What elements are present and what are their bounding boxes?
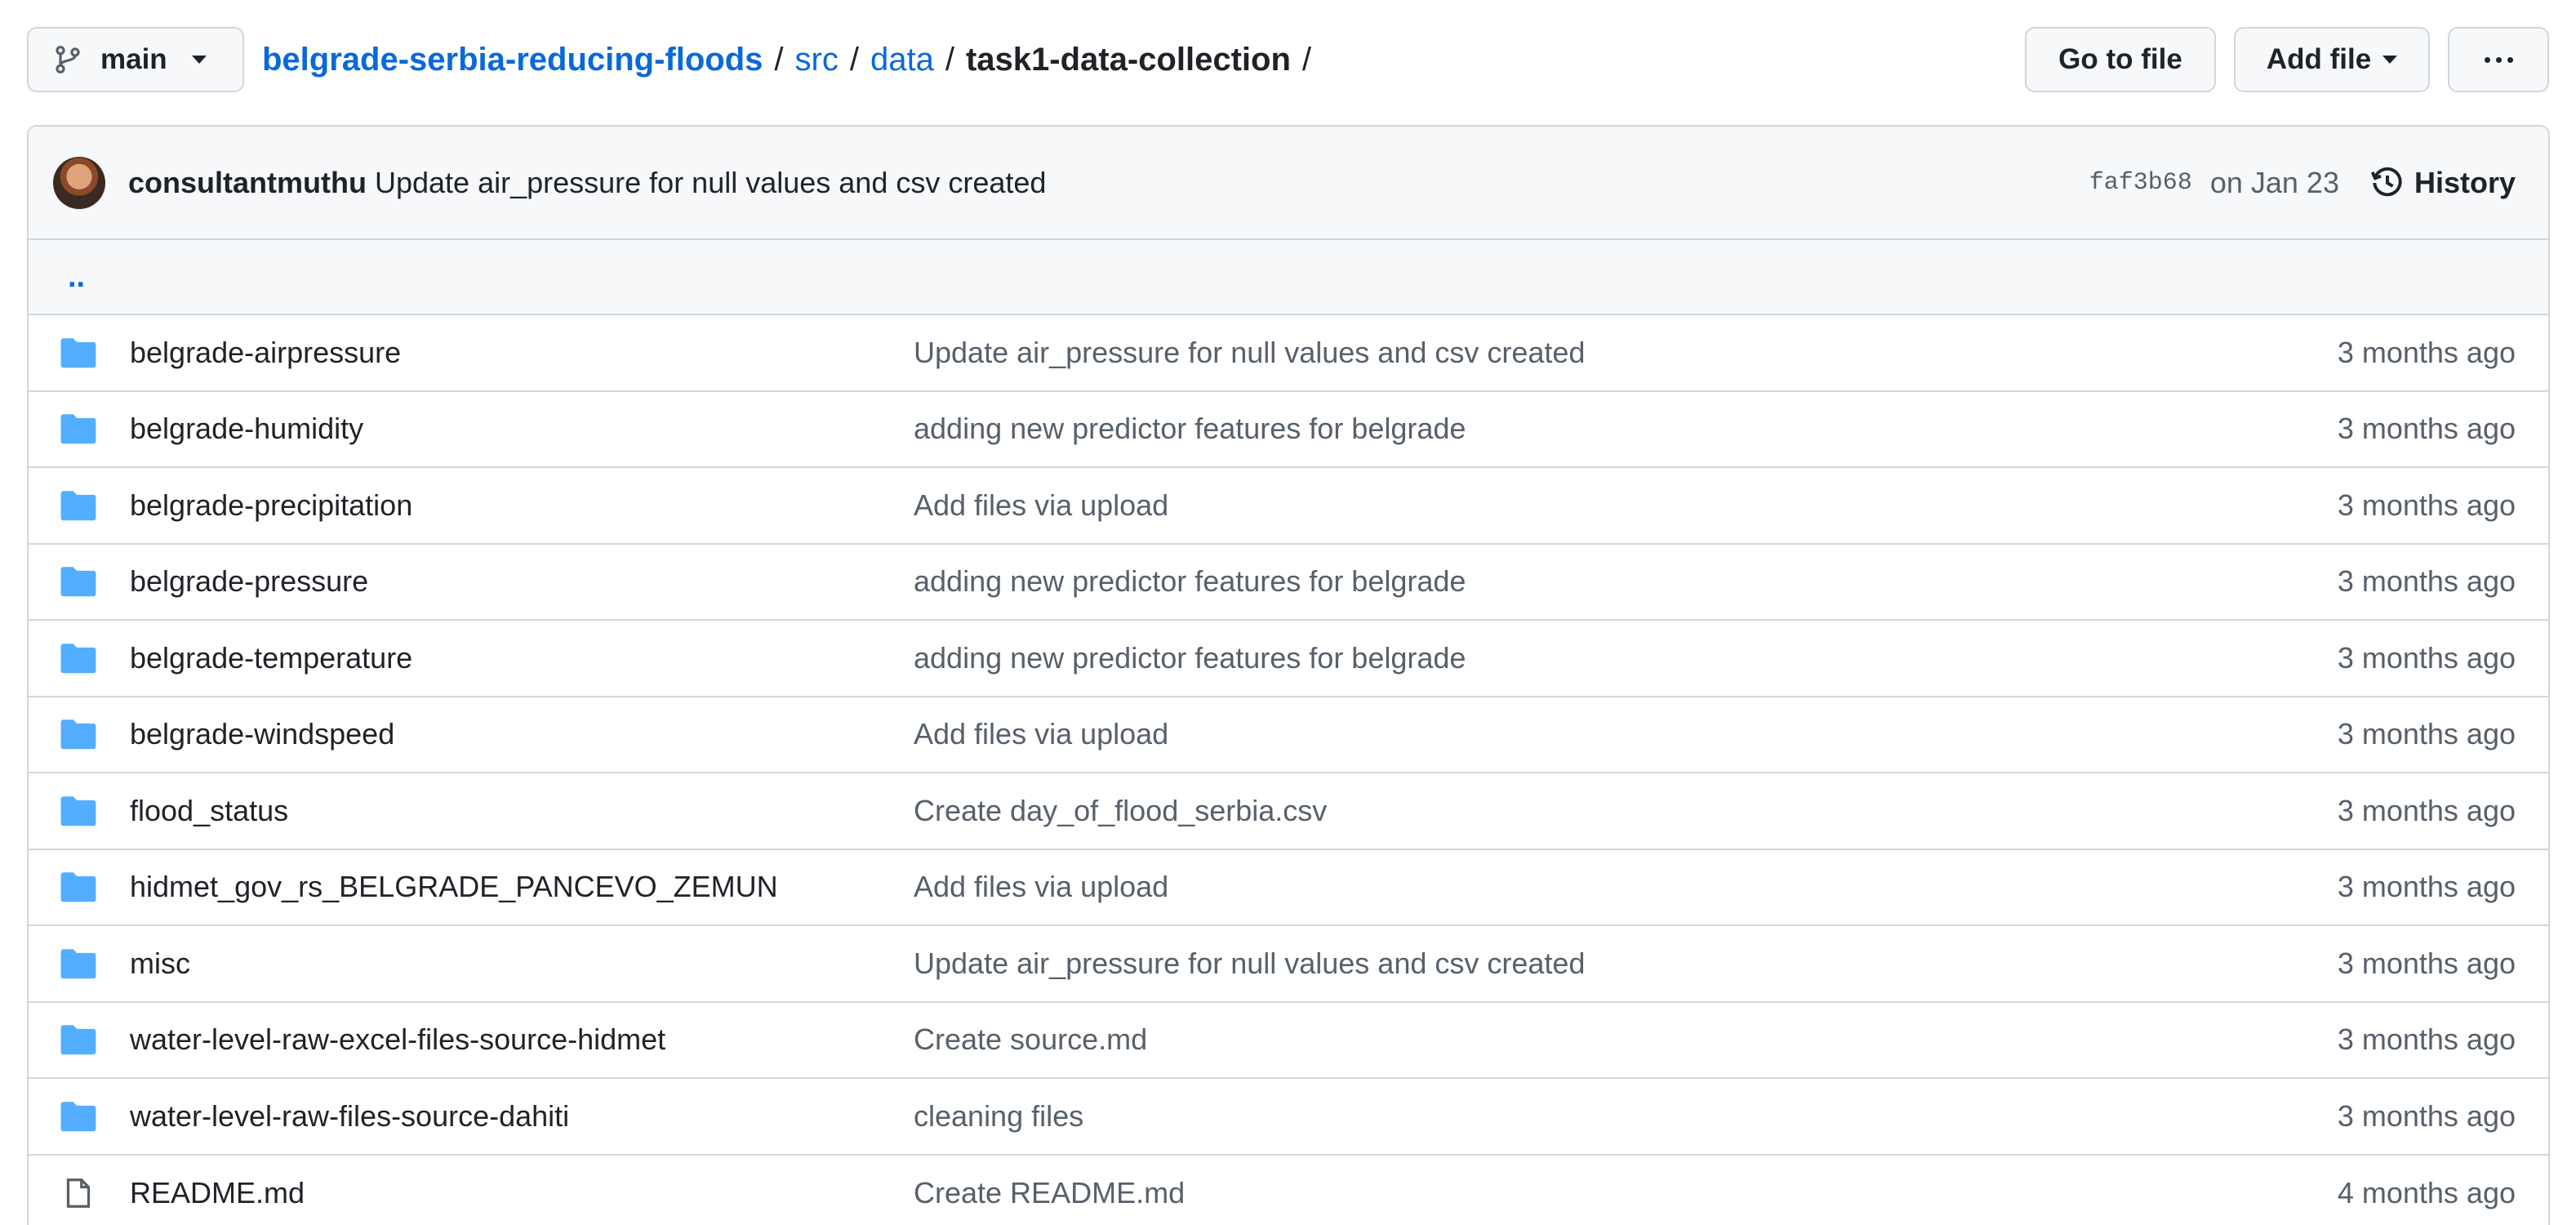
breadcrumb-separator: /: [945, 41, 954, 78]
history-link[interactable]: History: [2370, 166, 2516, 200]
chevron-down-icon: [191, 56, 207, 64]
table-row[interactable]: belgrade-precipitation Add files via uplo…: [29, 468, 2548, 545]
file-name-link[interactable]: misc: [130, 947, 914, 981]
file-name-link[interactable]: hidmet_gov_rs_BELGRADE_PANCEVO_ZEMUN: [130, 870, 914, 904]
commit-age: 3 months ago: [2337, 640, 2516, 675]
commit-message-link[interactable]: Create source.md: [914, 1022, 1147, 1057]
history-label: History: [2414, 165, 2516, 199]
folder-icon: [60, 868, 97, 906]
commit-age: 3 months ago: [2337, 412, 2516, 446]
toolbar-actions: Go to file Add file: [2025, 27, 2549, 92]
table-row[interactable]: belgrade-pressure adding new predictor fe…: [29, 545, 2548, 621]
commit-age: 4 months ago: [2337, 1176, 2516, 1210]
table-row[interactable]: misc Update air_pressure for null values …: [29, 926, 2548, 1003]
table-row[interactable]: belgrade-humidity adding new predictor fe…: [29, 392, 2548, 468]
more-options-button[interactable]: [2448, 27, 2549, 92]
breadcrumb-data-link[interactable]: data: [870, 42, 934, 78]
add-file-label: Add file: [2266, 43, 2372, 75]
breadcrumb-repo-link[interactable]: belgrade-serbia-reducing-floods: [262, 42, 763, 78]
commit-message-link[interactable]: Create day_of_flood_serbia.csv: [914, 794, 1327, 828]
breadcrumb-separator: /: [849, 41, 859, 78]
commit-message-link[interactable]: Update air_pressure for null values and …: [914, 336, 1585, 370]
commit-age: 3 months ago: [2337, 564, 2516, 599]
table-row[interactable]: belgrade-temperature adding new predictor…: [29, 621, 2548, 697]
commit-message-link[interactable]: adding new predictor features for belgra…: [914, 641, 1466, 675]
file-name-link[interactable]: water-level-raw-excel-files-source-hidme…: [130, 1022, 914, 1057]
commit-message-link[interactable]: cleaning files: [914, 1099, 1083, 1134]
parent-directory-row[interactable]: ..: [29, 240, 2548, 315]
commit-age: 3 months ago: [2337, 717, 2516, 751]
commit-message-link[interactable]: Add files via upload: [914, 870, 1168, 904]
table-row[interactable]: belgrade-airpressure Update air_pressure …: [29, 315, 2548, 392]
commit-message-link[interactable]: Add files via upload: [914, 488, 1168, 523]
table-row[interactable]: water-level-raw-excel-files-source-hidme…: [29, 1003, 2548, 1079]
go-to-file-button[interactable]: Go to file: [2025, 27, 2216, 92]
file-name-link[interactable]: belgrade-temperature: [130, 641, 914, 675]
file-name-link[interactable]: belgrade-windspeed: [130, 717, 914, 751]
breadcrumb: belgrade-serbia-reducing-floods / src / …: [262, 42, 1323, 78]
folder-icon: [60, 563, 97, 600]
folder-icon: [60, 1021, 97, 1058]
folder-icon: [60, 639, 97, 677]
history-icon: [2370, 167, 2402, 196]
commit-message-link[interactable]: Add files via upload: [914, 717, 1168, 751]
folder-icon: [60, 792, 97, 830]
file-name-link[interactable]: belgrade-airpressure: [130, 336, 914, 370]
commit-age: 3 months ago: [2337, 793, 2516, 827]
commit-age: 3 months ago: [2337, 488, 2516, 522]
parent-directory-link[interactable]: ..: [68, 260, 85, 295]
commit-author-link[interactable]: consultantmuthu: [128, 166, 367, 200]
add-file-button[interactable]: Add file: [2234, 27, 2430, 92]
kebab-horizontal-icon: [2484, 56, 2513, 63]
avatar[interactable]: [53, 156, 105, 209]
file-name-link[interactable]: water-level-raw-files-source-dahiti: [130, 1099, 914, 1134]
folder-icon: [60, 1098, 97, 1135]
git-branch-icon: [56, 46, 80, 74]
file-name-link[interactable]: belgrade-humidity: [130, 412, 914, 446]
folder-icon: [60, 715, 97, 753]
commit-message-link[interactable]: Update air_pressure for null values and …: [914, 947, 1585, 981]
file-list-box: consultantmuthu Update air_pressure for …: [27, 125, 2550, 1225]
breadcrumb-src-link[interactable]: src: [795, 42, 839, 78]
commit-message-link[interactable]: adding new predictor features for belgra…: [914, 412, 1466, 446]
branch-name: main: [100, 43, 167, 75]
latest-commit-bar: consultantmuthu Update air_pressure for …: [29, 127, 2548, 240]
folder-icon: [60, 334, 97, 372]
folder-icon: [60, 487, 97, 524]
breadcrumb-current-folder: task1-data-collection: [965, 41, 1291, 78]
commit-sha-link[interactable]: faf3b68: [2089, 169, 2192, 197]
table-row[interactable]: hidmet_gov_rs_BELGRADE_PANCEVO_ZEMUN Add …: [29, 850, 2548, 926]
commit-meta: faf3b68 on Jan 23 History: [2089, 166, 2516, 200]
commit-message-link[interactable]: adding new predictor features for belgra…: [914, 564, 1466, 599]
table-row[interactable]: flood_status Create day_of_flood_serbia.c…: [29, 773, 2548, 850]
breadcrumb-separator: /: [774, 41, 784, 78]
file-browser-page: main belgrade-serbia-reducing-floods / s…: [0, 0, 2576, 1225]
file-name-link[interactable]: flood_status: [130, 794, 914, 828]
folder-icon: [60, 945, 97, 982]
commit-message-link[interactable]: Create README.md: [914, 1176, 1185, 1210]
breadcrumb-separator: /: [1301, 41, 1311, 78]
file-icon: [60, 1174, 97, 1212]
table-row[interactable]: water-level-raw-files-source-dahiti clean…: [29, 1079, 2548, 1156]
file-name-link[interactable]: belgrade-precipitation: [130, 488, 914, 523]
commit-age: 3 months ago: [2337, 335, 2516, 369]
commit-date: on Jan 23: [2209, 165, 2339, 199]
folder-icon: [60, 410, 97, 448]
chevron-down-icon: [2382, 56, 2398, 64]
commit-age: 3 months ago: [2337, 870, 2516, 904]
table-row[interactable]: belgrade-windspeed Add files via upload 3 …: [29, 697, 2548, 773]
table-row[interactable]: README.md Create README.md 4 months ago: [29, 1156, 2548, 1225]
file-name-link[interactable]: belgrade-pressure: [130, 564, 914, 599]
file-name-link[interactable]: README.md: [130, 1176, 914, 1210]
commit-age: 3 months ago: [2337, 1098, 2516, 1133]
commit-message-link[interactable]: Update air_pressure for null values and …: [375, 166, 1046, 200]
branch-selector-button[interactable]: main: [27, 27, 244, 92]
commit-age: 3 months ago: [2337, 1022, 2516, 1057]
commit-age: 3 months ago: [2337, 946, 2516, 980]
repo-toolbar: main belgrade-serbia-reducing-floods / s…: [27, 27, 2549, 92]
file-list: belgrade-airpressure Update air_pressure …: [29, 315, 2548, 1225]
